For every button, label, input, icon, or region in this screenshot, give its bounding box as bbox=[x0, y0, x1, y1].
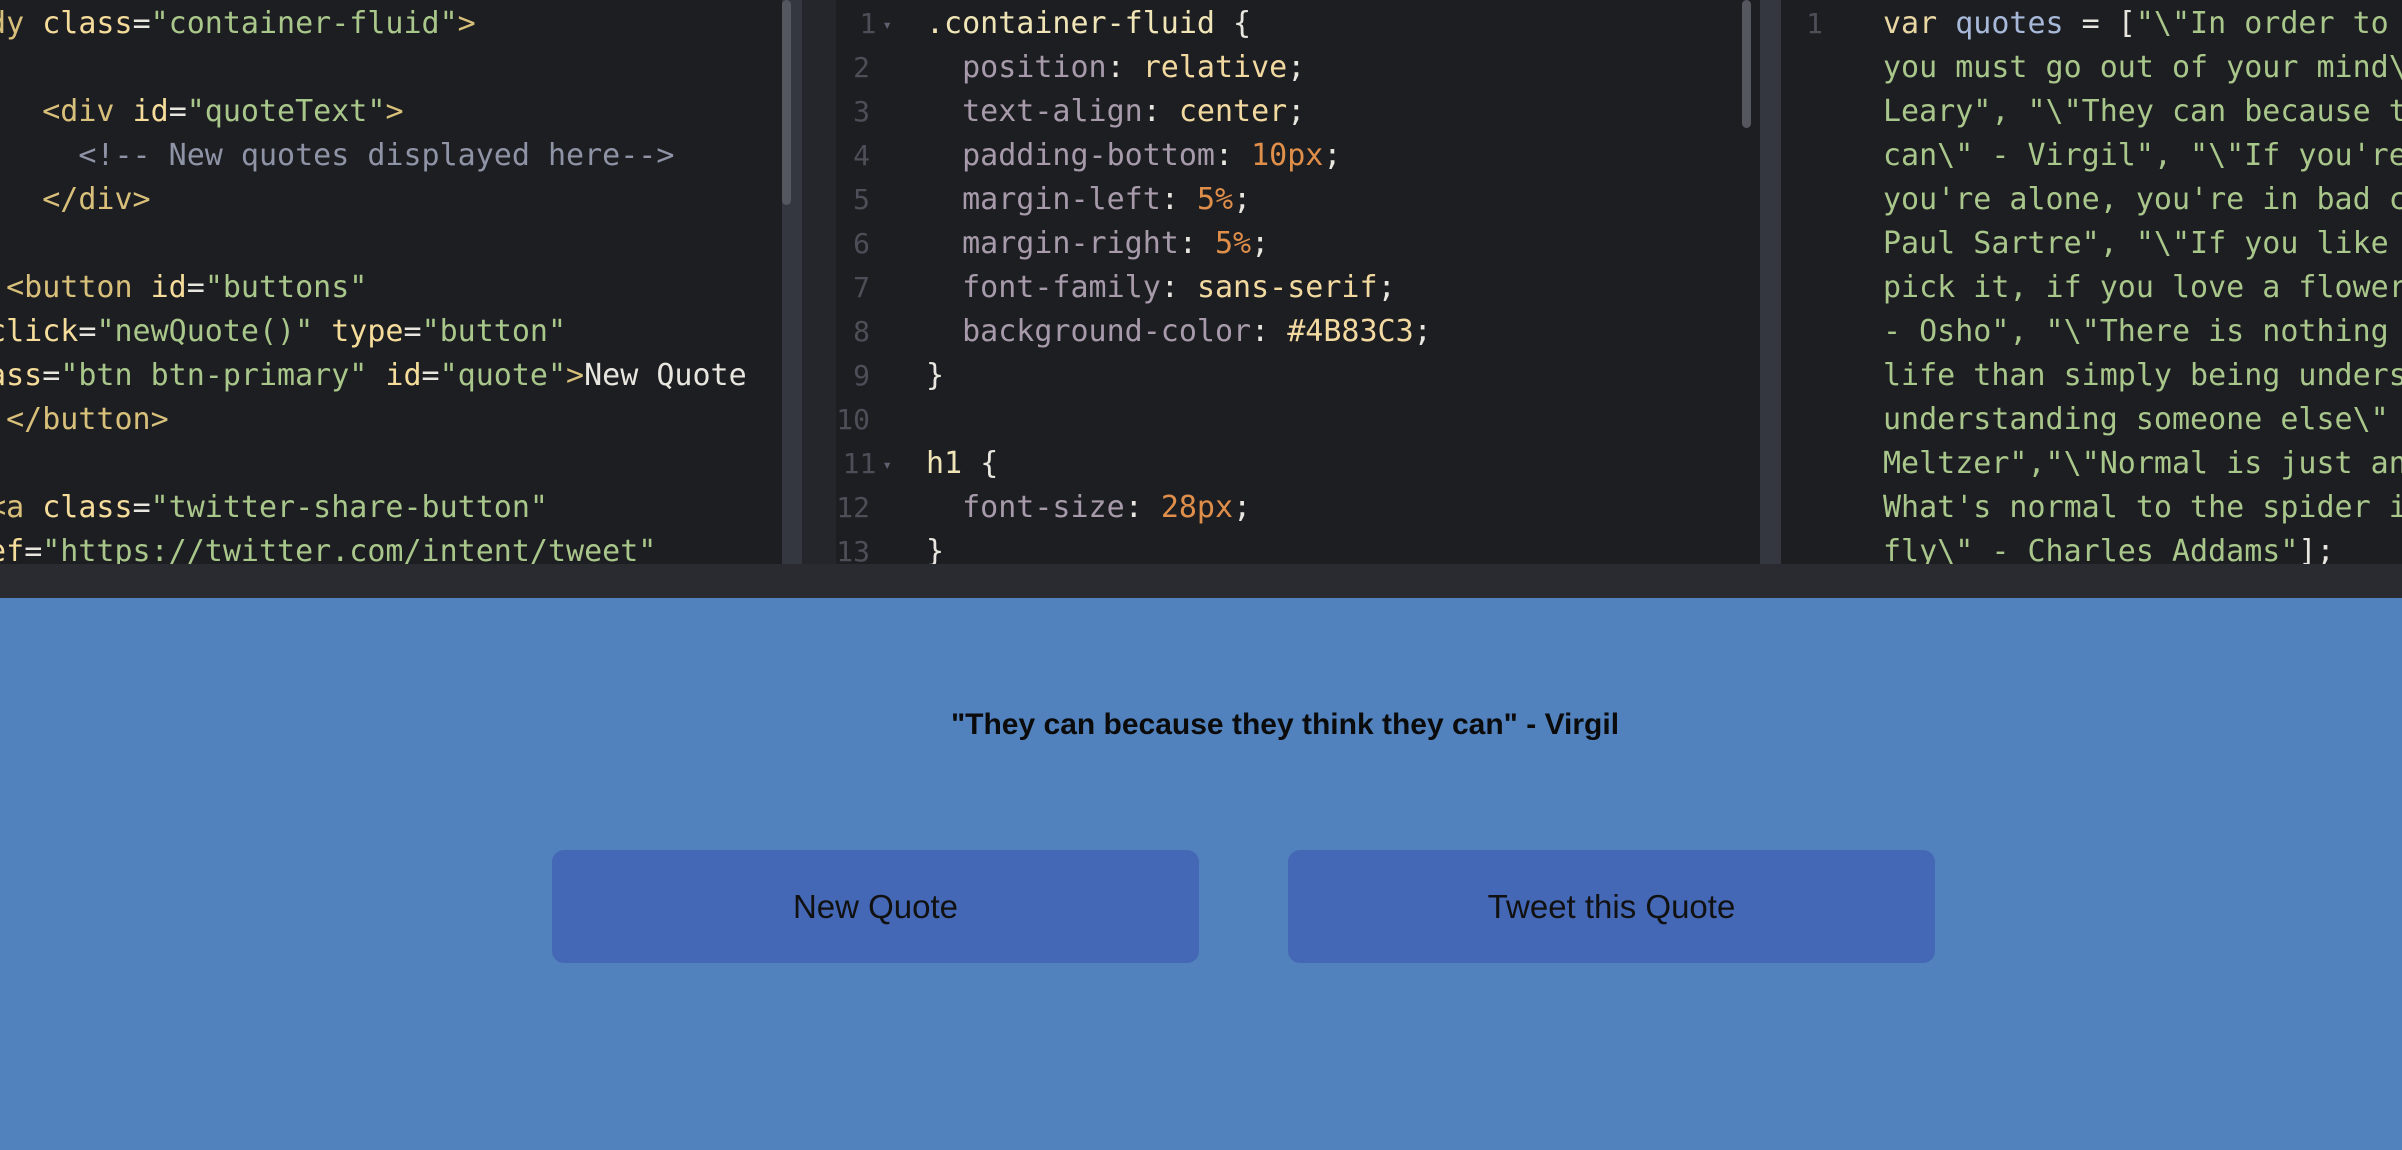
html-editor-scrollbar[interactable] bbox=[782, 0, 791, 205]
code-line[interactable]: ref="https://twitter.com/intent/tweet" bbox=[0, 530, 747, 564]
code-line[interactable]: h1 { bbox=[926, 442, 1432, 486]
js-editor[interactable]: 1 var quotes = ["\"In order to you must g… bbox=[1781, 0, 2402, 564]
code-line[interactable]: background-color: #4B83C3; bbox=[926, 310, 1432, 354]
line-number: 8 bbox=[853, 315, 870, 348]
code-line[interactable]: } bbox=[926, 354, 1432, 398]
code-line[interactable]: life than simply being unders bbox=[1883, 354, 2402, 398]
code-line[interactable]: </div> bbox=[0, 178, 747, 222]
css-editor-scrollbar[interactable] bbox=[1742, 0, 1751, 128]
new-quote-button[interactable]: New Quote bbox=[552, 850, 1199, 963]
html-editor[interactable]: ody class="container-fluid"> <div id="qu… bbox=[0, 0, 782, 564]
fold-arrow-icon[interactable]: ▾ bbox=[882, 455, 892, 474]
line-number bbox=[1781, 398, 1845, 442]
code-line[interactable]: you must go out of your mind\ bbox=[1883, 46, 2402, 90]
line-number: 2 bbox=[853, 51, 870, 84]
line-number: 6 bbox=[853, 227, 870, 260]
preview-resize-bar[interactable] bbox=[0, 564, 2402, 600]
line-number: 10 bbox=[836, 403, 870, 436]
line-number: 1 ▾ bbox=[859, 7, 893, 40]
code-line[interactable]: margin-right: 5%; bbox=[926, 222, 1432, 266]
code-line[interactable]: What's normal to the spider i bbox=[1883, 486, 2402, 530]
line-number: 1 bbox=[1806, 7, 1823, 40]
line-number bbox=[1781, 310, 1845, 354]
line-number bbox=[1781, 178, 1845, 222]
code-line[interactable]: position: relative; bbox=[926, 46, 1432, 90]
line-number: 13 bbox=[836, 535, 870, 564]
code-line[interactable]: <a class="twitter-share-button" bbox=[0, 486, 747, 530]
line-number bbox=[1781, 266, 1845, 310]
line-number bbox=[1781, 354, 1845, 398]
code-line[interactable]: Paul Sartre", "\"If you like bbox=[1883, 222, 2402, 266]
code-line[interactable]: you're alone, you're in bad c bbox=[1883, 178, 2402, 222]
line-number bbox=[1781, 90, 1845, 134]
code-line[interactable]: <!-- New quotes displayed here--> bbox=[0, 134, 747, 178]
line-number: 9 bbox=[853, 359, 870, 392]
css-editor[interactable]: 1 ▾ 2 3 4 5 6 7 8 9 10 11 ▾ 12 13 .container-fluid { p… bbox=[802, 0, 1760, 564]
code-line[interactable]: } bbox=[926, 530, 1432, 564]
code-line[interactable]: font-family: sans-serif; bbox=[926, 266, 1432, 310]
line-number: 4 bbox=[853, 139, 870, 172]
code-line[interactable]: <button id="buttons" bbox=[0, 266, 747, 310]
line-number bbox=[1781, 46, 1845, 90]
code-line[interactable] bbox=[0, 222, 747, 266]
fold-arrow-icon[interactable]: ▾ bbox=[882, 15, 892, 34]
code-line[interactable]: .container-fluid { bbox=[926, 2, 1432, 46]
code-line[interactable] bbox=[0, 442, 747, 486]
code-editors: ody class="container-fluid"> <div id="qu… bbox=[0, 0, 2402, 564]
line-number bbox=[1781, 222, 1845, 266]
css-line-numbers: 1 ▾ 2 3 4 5 6 7 8 9 10 11 ▾ 12 13 bbox=[802, 2, 892, 564]
line-number bbox=[1781, 442, 1845, 486]
line-number bbox=[1781, 134, 1845, 178]
code-line[interactable]: ody class="container-fluid"> bbox=[0, 2, 747, 46]
html-code[interactable]: ody class="container-fluid"> <div id="qu… bbox=[0, 2, 747, 564]
code-line[interactable]: understanding someone else\" bbox=[1883, 398, 2402, 442]
code-line[interactable]: font-size: 28px; bbox=[926, 486, 1432, 530]
code-line[interactable]: text-align: center; bbox=[926, 90, 1432, 134]
code-line[interactable]: - Osho", "\"There is nothing bbox=[1883, 310, 2402, 354]
line-number: 11 ▾ bbox=[842, 447, 892, 480]
line-number bbox=[1781, 530, 1845, 564]
code-line[interactable] bbox=[0, 46, 747, 90]
pane-resizer-css-js[interactable] bbox=[1760, 0, 1781, 564]
code-line[interactable]: padding-bottom: 10px; bbox=[926, 134, 1432, 178]
js-line-numbers: 1 bbox=[1781, 2, 1845, 564]
code-line[interactable]: pick it, if you love a flower bbox=[1883, 266, 2402, 310]
code-line[interactable]: Meltzer","\"Normal is just an bbox=[1883, 442, 2402, 486]
code-line[interactable]: <div id="quoteText"> bbox=[0, 90, 747, 134]
preview-pane: "They can because they think they can" -… bbox=[0, 598, 2402, 1150]
line-number bbox=[1781, 486, 1845, 530]
tweet-quote-button[interactable]: Tweet this Quote bbox=[1288, 850, 1935, 963]
code-line[interactable] bbox=[926, 398, 1432, 442]
code-line[interactable]: </button> bbox=[0, 398, 747, 442]
quote-text: "They can because they think they can" -… bbox=[950, 708, 1620, 741]
code-line[interactable]: lass="btn btn-primary" id="quote">New Qu… bbox=[0, 354, 747, 398]
code-line[interactable]: can\" - Virgil", "\"If you're bbox=[1883, 134, 2402, 178]
css-code[interactable]: .container-fluid { position: relative; t… bbox=[926, 2, 1432, 564]
line-number: 7 bbox=[853, 271, 870, 304]
line-number: 3 bbox=[853, 95, 870, 128]
code-line[interactable]: margin-left: 5%; bbox=[926, 178, 1432, 222]
code-line[interactable]: fly\" - Charles Addams"]; bbox=[1883, 530, 2402, 564]
code-line[interactable]: nclick="newQuote()" type="button" bbox=[0, 310, 747, 354]
line-number: 5 bbox=[853, 183, 870, 216]
code-line[interactable]: var quotes = ["\"In order to bbox=[1883, 2, 2402, 46]
line-number: 12 bbox=[836, 491, 870, 524]
js-code[interactable]: var quotes = ["\"In order to you must go … bbox=[1883, 2, 2402, 564]
code-line[interactable]: Leary", "\"They can because t bbox=[1883, 90, 2402, 134]
